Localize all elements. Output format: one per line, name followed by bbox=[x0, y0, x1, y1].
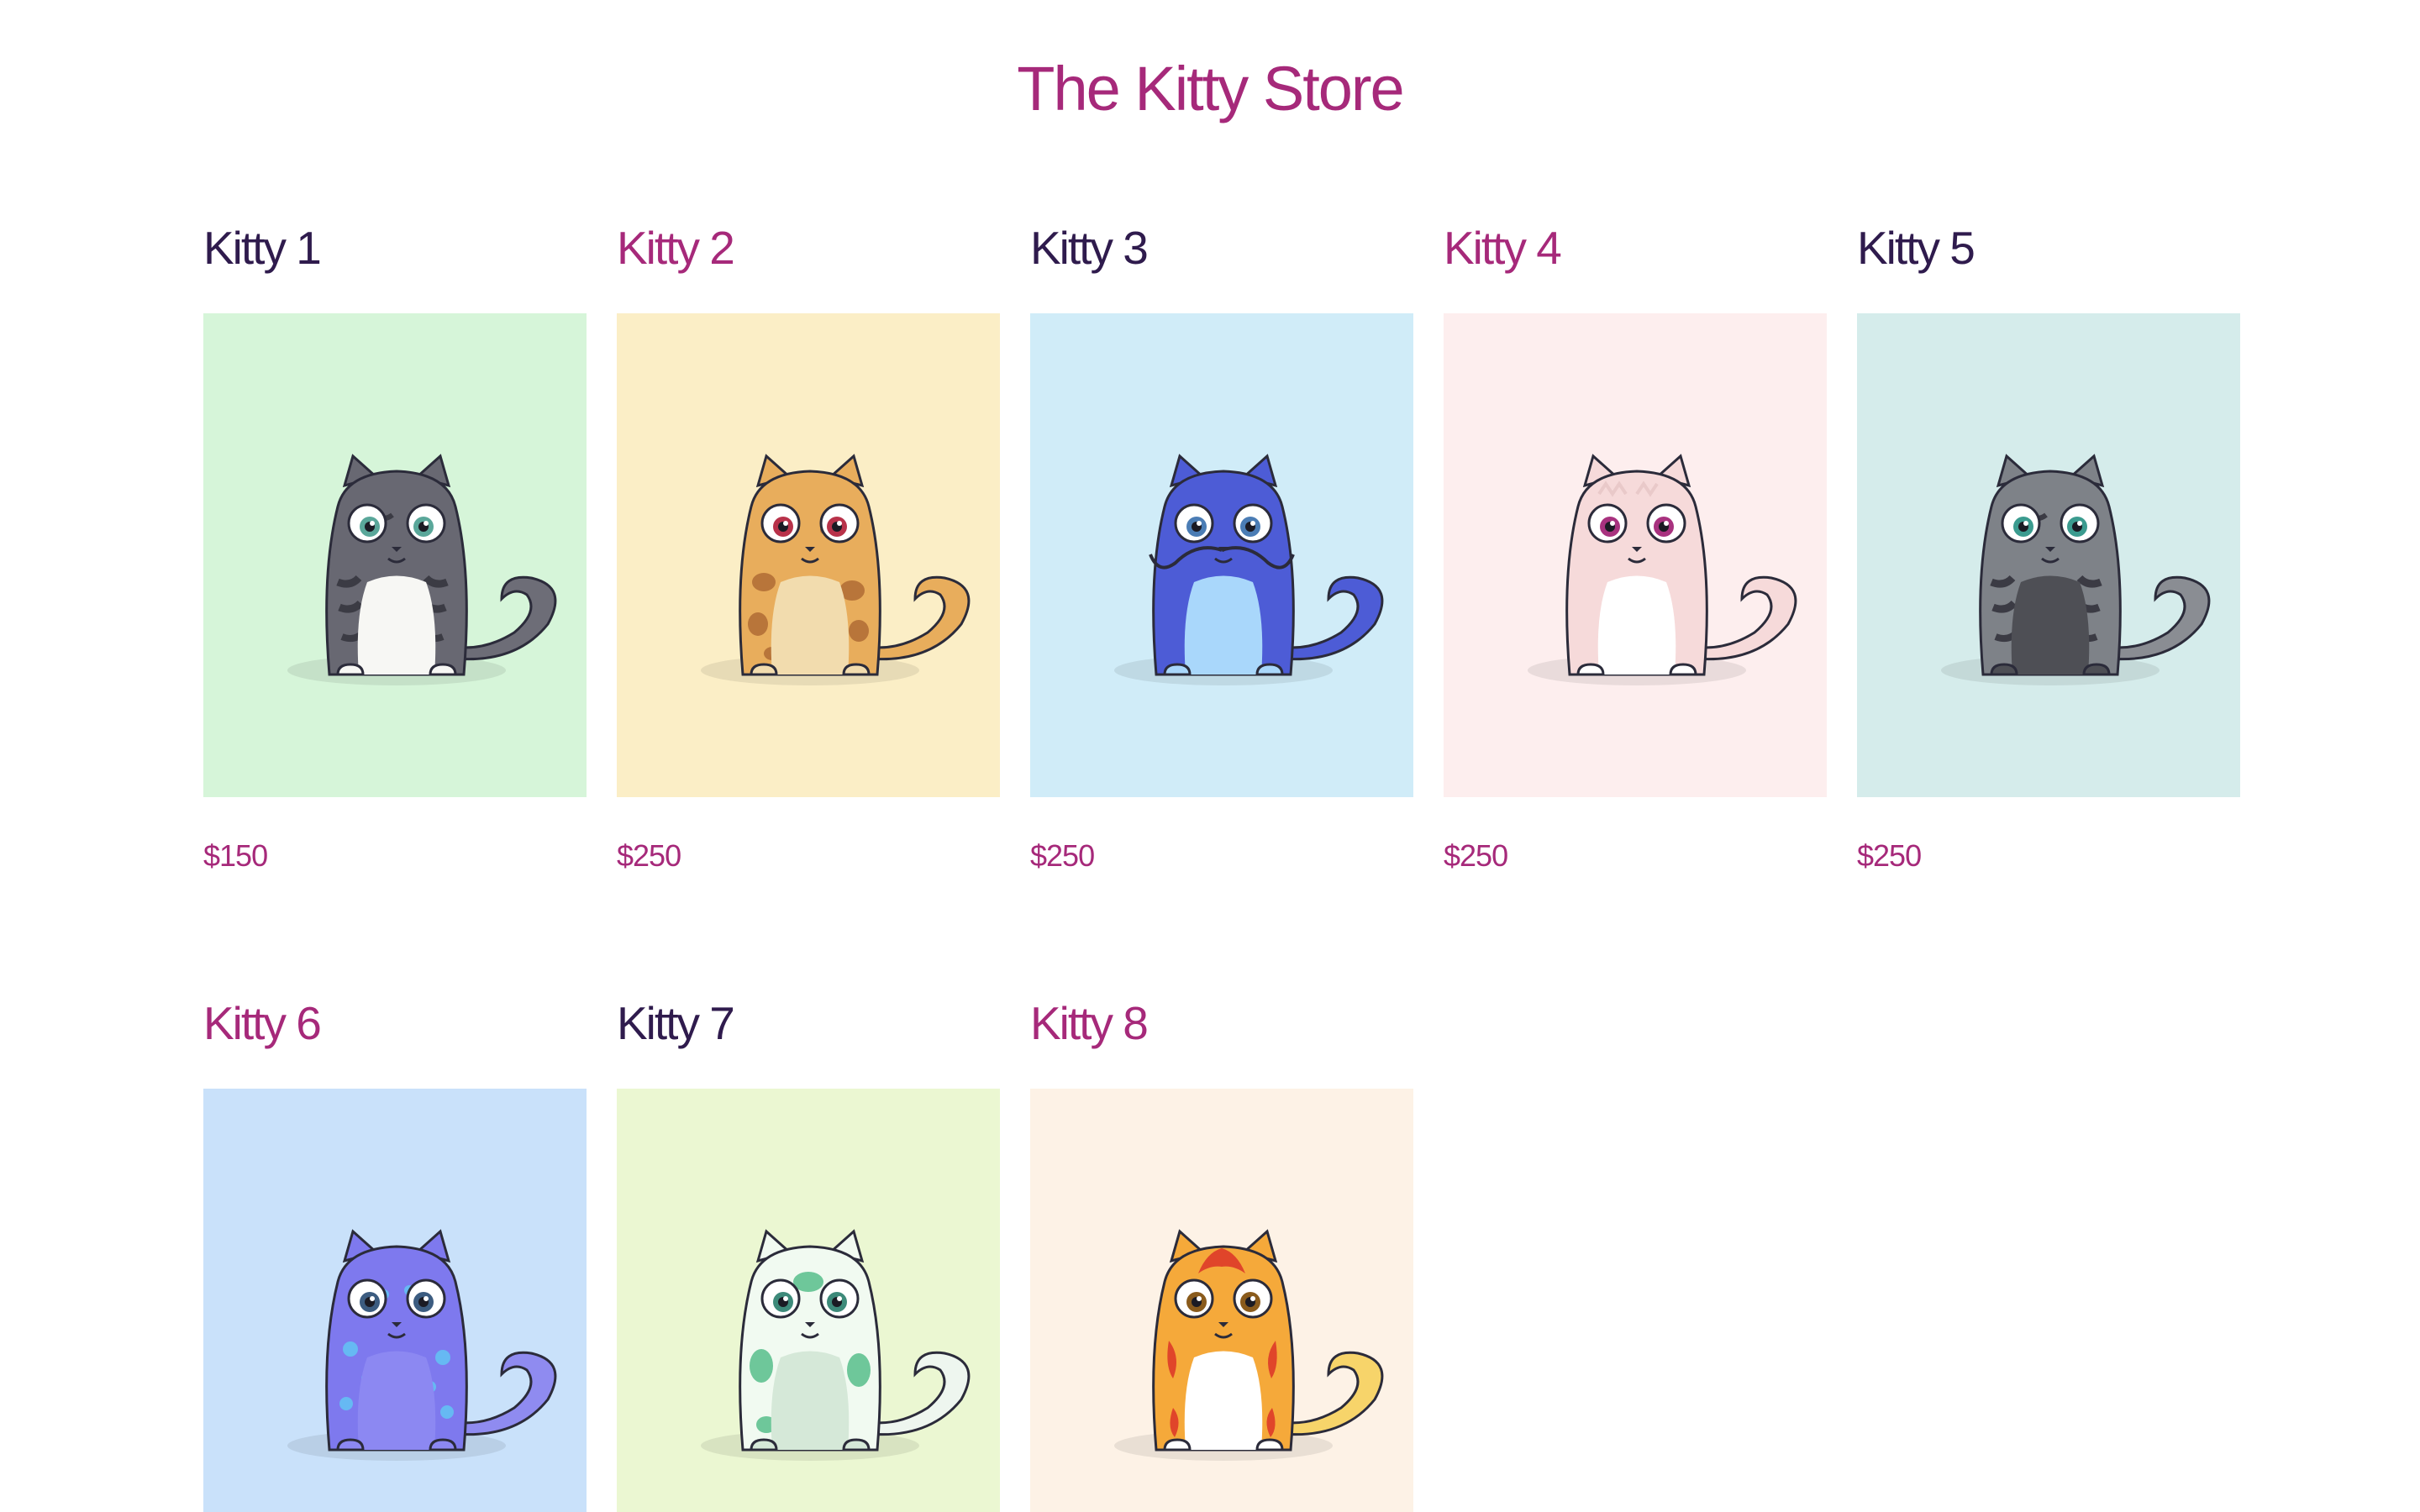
cat-icon bbox=[1444, 313, 1827, 797]
kitty-card[interactable]: Kitty 6 bbox=[203, 994, 587, 1512]
kitty-name[interactable]: Kitty 2 bbox=[617, 218, 735, 277]
cat-icon bbox=[617, 1089, 1000, 1512]
kitty-price: $250 bbox=[1030, 838, 1095, 873]
page-title: The Kitty Store bbox=[1017, 54, 1404, 123]
kitty-image[interactable] bbox=[203, 313, 587, 797]
kitty-price: $150 bbox=[203, 838, 268, 873]
kitty-name[interactable]: Kitty 8 bbox=[1030, 994, 1149, 1053]
kitty-card[interactable]: Kitty 2 $250 bbox=[617, 218, 1000, 890]
kitty-price: $250 bbox=[617, 838, 681, 873]
kitty-image[interactable] bbox=[617, 313, 1000, 797]
kitty-name[interactable]: Kitty 4 bbox=[1444, 218, 1562, 277]
kitty-image[interactable] bbox=[203, 1089, 587, 1512]
kitty-card[interactable]: Kitty 4 $250 bbox=[1444, 218, 1827, 890]
kitty-name[interactable]: Kitty 5 bbox=[1857, 218, 1975, 277]
kitty-card[interactable]: Kitty 3 $250 bbox=[1030, 218, 1413, 890]
kitty-card[interactable]: Kitty 1 $150 bbox=[203, 218, 587, 890]
cat-icon bbox=[203, 1089, 587, 1512]
kitty-name[interactable]: Kitty 3 bbox=[1030, 218, 1149, 277]
kitty-image[interactable] bbox=[1857, 313, 2240, 797]
kitty-card[interactable]: Kitty 7 bbox=[617, 994, 1000, 1512]
cat-icon bbox=[1030, 313, 1413, 797]
kitty-image[interactable] bbox=[1444, 313, 1827, 797]
kitty-name[interactable]: Kitty 1 bbox=[203, 218, 322, 277]
kitty-card[interactable]: Kitty 8 bbox=[1030, 994, 1413, 1512]
kitty-image[interactable] bbox=[1030, 313, 1413, 797]
cat-icon bbox=[617, 313, 1000, 797]
cat-icon bbox=[203, 313, 587, 797]
kitty-price: $250 bbox=[1444, 838, 1508, 873]
kitty-image[interactable] bbox=[617, 1089, 1000, 1512]
kitty-name[interactable]: Kitty 6 bbox=[203, 994, 322, 1053]
kitty-price: $250 bbox=[1857, 838, 1922, 873]
kitty-name[interactable]: Kitty 7 bbox=[617, 994, 735, 1053]
cat-icon bbox=[1857, 313, 2240, 797]
cat-icon bbox=[1030, 1089, 1413, 1512]
kitty-card[interactable]: Kitty 5 $250 bbox=[1857, 218, 2240, 890]
kitty-image[interactable] bbox=[1030, 1089, 1413, 1512]
page: The Kitty Store Kitty 1 $150 Kitty 2 $25… bbox=[0, 0, 2420, 1512]
